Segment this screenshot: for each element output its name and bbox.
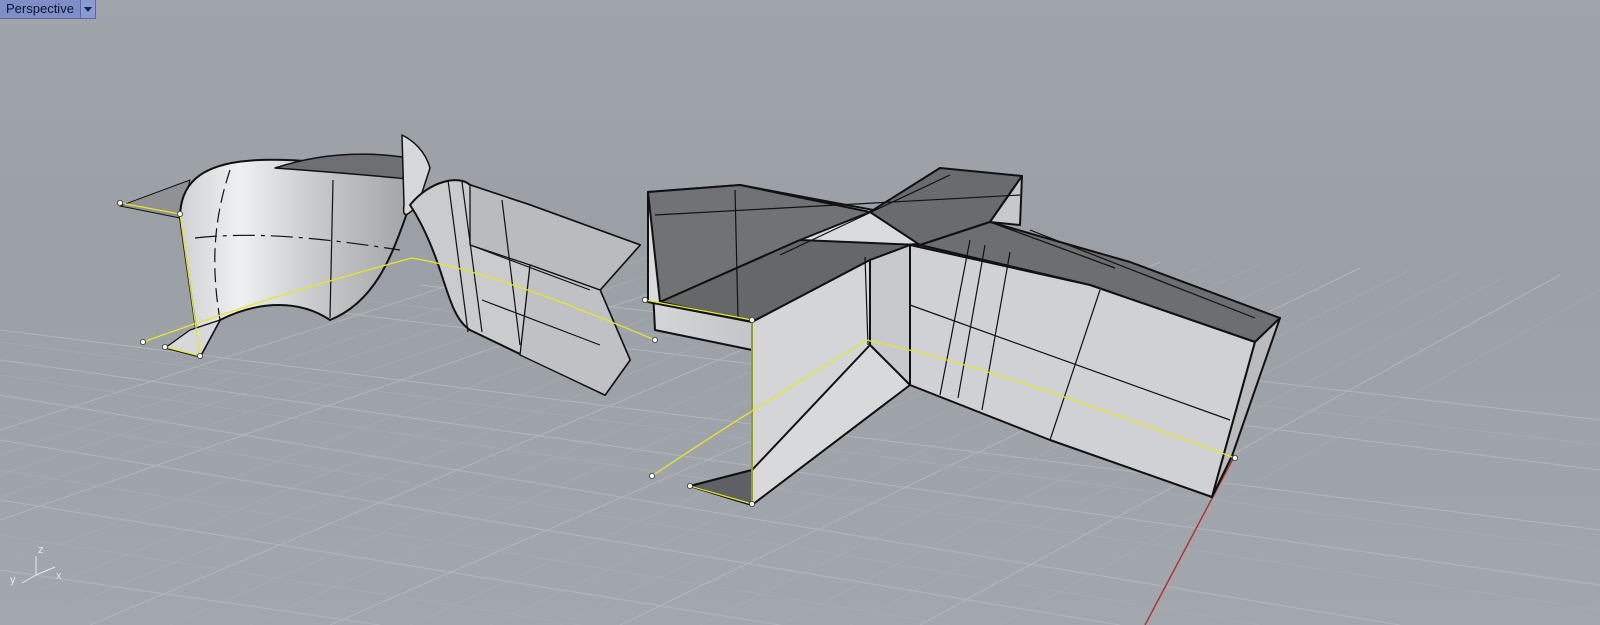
viewport-canvas[interactable]: z x y: [0, 0, 1600, 625]
axis-label-x: x: [56, 570, 62, 582]
viewport-title[interactable]: Perspective: [0, 0, 80, 18]
chevron-down-icon: [83, 6, 92, 12]
perspective-viewport[interactable]: z x y Perspective: [0, 0, 1600, 625]
axis-label-z: z: [38, 544, 44, 556]
viewport-menu-button[interactable]: [79, 0, 95, 18]
viewport-title-tab[interactable]: Perspective: [0, 0, 96, 19]
world-axes-widget: z x y: [10, 544, 62, 586]
axis-label-y: y: [10, 574, 16, 586]
cross-extrusion-right[interactable]: [647, 167, 1281, 506]
